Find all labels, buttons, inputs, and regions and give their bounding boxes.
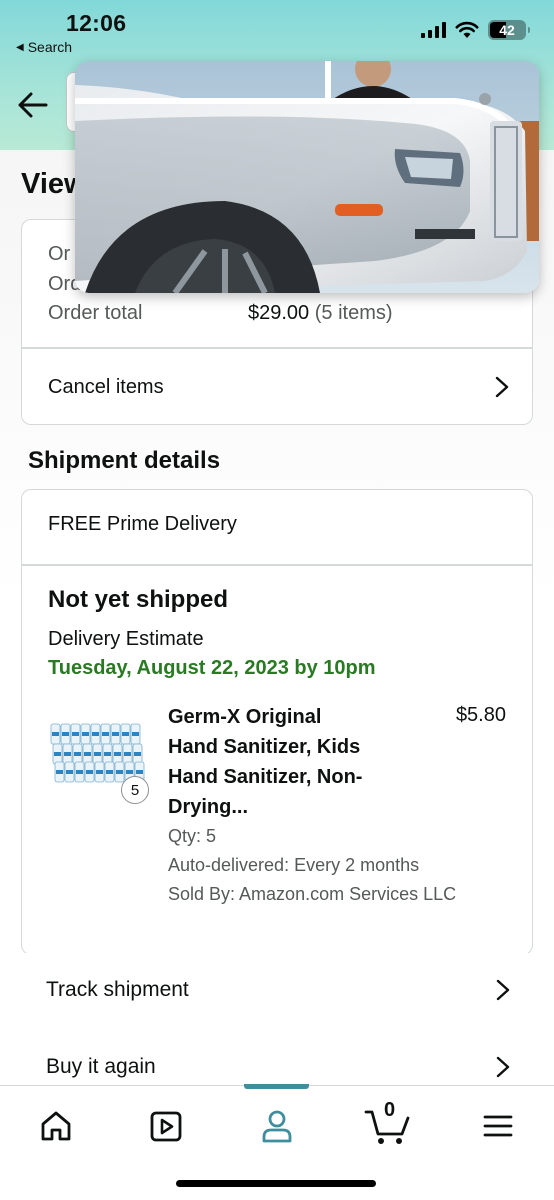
chevron-right-icon xyxy=(496,1056,510,1078)
wifi-icon xyxy=(455,21,479,38)
track-shipment-label: Track shipment xyxy=(46,978,189,1001)
product-title-line: Drying... xyxy=(168,796,249,818)
status-indicators: 42 xyxy=(421,20,530,40)
order-total-items: (5 items) xyxy=(314,302,393,324)
delivery-estimate-label: Delivery Estimate xyxy=(48,628,204,650)
picture-in-picture-video[interactable] xyxy=(75,61,539,293)
status-time: 12:06 xyxy=(66,10,127,36)
product-quantity: Qty: 5 xyxy=(168,826,217,846)
buy-it-again-label: Buy it again xyxy=(46,1055,156,1078)
product-title-link[interactable]: Germ-X Original Hand Sanitizer, Kids Han… xyxy=(168,702,398,822)
app-root: 12:06 ◀ Search 42 View Or Ord Order tota… xyxy=(0,0,554,1200)
shipment-status: Not yet shipped xyxy=(48,586,229,613)
product-thumbnail-image[interactable] xyxy=(49,718,147,784)
quantity-badge: 5 xyxy=(121,776,149,804)
cellular-signal-icon xyxy=(421,22,446,38)
active-tab-indicator xyxy=(244,1084,309,1089)
product-title-line: Hand Sanitizer, Non- xyxy=(168,766,363,788)
shipment-card: FREE Prime Delivery Not yet shipped Deli… xyxy=(21,489,533,955)
cancel-items-link[interactable]: Cancel items xyxy=(22,349,532,425)
divider xyxy=(22,564,532,566)
product-title-line: Germ-X Original xyxy=(168,706,322,728)
summary-row-label: Or xyxy=(48,243,71,265)
account-icon[interactable] xyxy=(257,1106,297,1146)
product-price: $5.80 xyxy=(455,704,506,726)
video-icon[interactable] xyxy=(146,1106,186,1146)
back-triangle-icon: ◀ xyxy=(16,41,24,53)
product-title-line: Hand Sanitizer, Kids xyxy=(168,736,361,758)
status-back-label: Search xyxy=(27,39,73,55)
home-icon[interactable] xyxy=(36,1106,76,1146)
cancel-items-label: Cancel items xyxy=(48,375,164,398)
chevron-right-icon xyxy=(496,979,510,1001)
cart-button[interactable]: 0 xyxy=(364,1098,412,1148)
status-back-link[interactable]: ◀ Search xyxy=(16,39,72,55)
delivery-type: FREE Prime Delivery xyxy=(48,513,237,535)
summary-row-order-total: Order total $29.00 (5 items) xyxy=(48,302,393,325)
sold-by-info: Sold By: Amazon.com Services LLC xyxy=(168,884,457,904)
auto-delivery-info: Auto-delivered: Every 2 months xyxy=(168,855,420,875)
order-total-amount: $29.00 xyxy=(248,302,310,324)
cart-count: 0 xyxy=(384,1099,396,1121)
delivery-estimate-date: Tuesday, August 22, 2023 by 10pm xyxy=(48,657,376,679)
order-total-value: $29.00 (5 items) xyxy=(248,302,393,325)
summary-row-order-date: Or xyxy=(48,243,70,266)
shipment-section-title: Shipment details xyxy=(28,447,221,474)
video-frame-image xyxy=(75,61,539,293)
battery-icon: 42 xyxy=(488,20,530,40)
track-shipment-link[interactable]: Track shipment xyxy=(21,953,533,1027)
back-arrow-icon[interactable] xyxy=(16,88,50,122)
home-indicator[interactable] xyxy=(176,1180,376,1187)
chevron-right-icon xyxy=(495,376,509,398)
battery-percent: 42 xyxy=(499,22,515,38)
menu-icon[interactable] xyxy=(478,1106,518,1146)
order-total-label: Order total xyxy=(48,302,143,324)
